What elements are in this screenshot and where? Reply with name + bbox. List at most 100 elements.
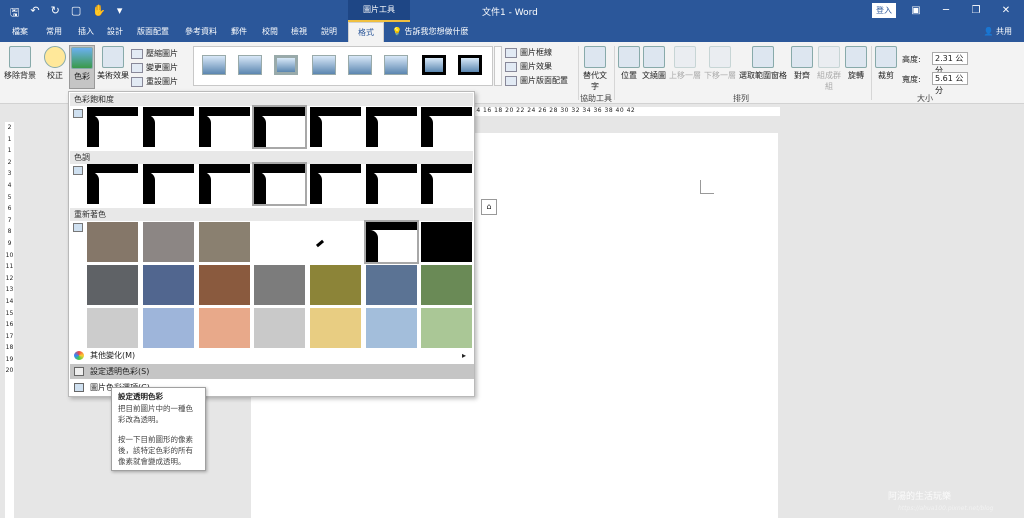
customize-toolbar-icon[interactable]: ▾ bbox=[117, 4, 123, 23]
tab-design[interactable]: 設計 bbox=[107, 26, 123, 37]
width-input[interactable]: 5.61 公分 bbox=[932, 72, 968, 95]
bring-forward-button[interactable]: 上移一層 bbox=[669, 46, 701, 81]
saturation-option-7[interactable] bbox=[421, 107, 472, 147]
tell-me-search[interactable]: 💡 告訴我您想做什麼 bbox=[392, 26, 469, 37]
recolor-option-3[interactable] bbox=[199, 222, 250, 262]
artistic-effects-button[interactable]: 美術效果 bbox=[96, 46, 130, 81]
artistic-effects-icon bbox=[102, 46, 124, 68]
recolor-option-6[interactable] bbox=[364, 220, 419, 264]
tab-mailings[interactable]: 郵件 bbox=[231, 26, 247, 37]
tone-option-1[interactable] bbox=[87, 164, 138, 204]
tab-view[interactable]: 檢視 bbox=[291, 26, 307, 37]
recolor-option-10[interactable] bbox=[199, 265, 250, 305]
picture-style-2[interactable] bbox=[238, 55, 262, 75]
redo-icon[interactable]: ↻ bbox=[51, 4, 60, 23]
picture-style-3[interactable] bbox=[274, 55, 298, 75]
picture-style-8[interactable] bbox=[458, 55, 482, 75]
share-button[interactable]: 👤 共用 bbox=[983, 26, 1012, 37]
gallery-scrollbar[interactable] bbox=[494, 46, 502, 86]
tab-references[interactable]: 參考資料 bbox=[185, 26, 217, 37]
height-input[interactable]: 2.31 公分 bbox=[932, 52, 968, 75]
vertical-ruler[interactable]: 2 1 1 2 3 4 5 6 7 8 9 10 11 12 13 14 15 … bbox=[5, 122, 14, 518]
picture-effects-button[interactable]: 圖片效果 bbox=[505, 61, 552, 72]
wrap-text-button[interactable]: 文繞圖 bbox=[641, 46, 667, 81]
tone-option-7[interactable] bbox=[421, 164, 472, 204]
picture-style-6[interactable] bbox=[384, 55, 408, 75]
picture-style-1[interactable] bbox=[202, 55, 226, 75]
recolor-icon bbox=[73, 223, 83, 232]
recolor-option-5[interactable] bbox=[310, 222, 361, 262]
layout-options-button[interactable]: ⌂ bbox=[481, 199, 497, 215]
minimize-button[interactable]: ─ bbox=[936, 3, 956, 19]
tone-option-2[interactable] bbox=[143, 164, 194, 204]
close-button[interactable]: ✕ bbox=[996, 3, 1016, 19]
color-button[interactable]: 色彩 bbox=[69, 45, 95, 89]
login-button[interactable]: 登入 bbox=[872, 3, 896, 18]
more-variations-item[interactable]: 其他變化(M) ▸ bbox=[70, 348, 474, 363]
alt-text-button[interactable]: 替代文字 bbox=[583, 46, 607, 92]
undo-icon[interactable]: ↶ bbox=[30, 4, 39, 23]
recolor-option-13[interactable] bbox=[366, 265, 417, 305]
recolor-option-20[interactable] bbox=[366, 308, 417, 348]
touch-mode-icon[interactable]: ✋ bbox=[92, 4, 106, 23]
tone-option-4[interactable] bbox=[252, 162, 307, 206]
corrections-button[interactable]: 校正 bbox=[42, 46, 68, 81]
saturation-option-6[interactable] bbox=[366, 107, 417, 147]
reset-picture-button[interactable]: 重設圖片 bbox=[131, 76, 178, 87]
tab-review[interactable]: 校閱 bbox=[262, 26, 278, 37]
selection-pane-button[interactable]: 選取範圍窗格 bbox=[738, 46, 788, 81]
set-transparent-color-item[interactable]: 設定透明色彩(S) bbox=[70, 364, 474, 379]
recolor-option-17[interactable] bbox=[199, 308, 250, 348]
picture-style-7[interactable] bbox=[422, 55, 446, 75]
save-icon[interactable]: 🖫 bbox=[10, 4, 19, 23]
recolor-option-14[interactable] bbox=[421, 265, 472, 305]
crop-label: 裁剪 bbox=[878, 71, 894, 80]
tab-layout[interactable]: 版面配置 bbox=[137, 26, 169, 37]
recolor-option-15[interactable] bbox=[87, 308, 138, 348]
quick-access-toolbar: 🖫 ↶ ↻ ▢ ✋ ▾ bbox=[10, 4, 122, 23]
align-button[interactable]: 對齊 bbox=[791, 46, 813, 81]
saturation-option-1[interactable] bbox=[87, 107, 138, 147]
recolor-option-4[interactable] bbox=[254, 222, 305, 262]
picture-style-4[interactable] bbox=[312, 55, 336, 75]
position-button[interactable]: 位置 bbox=[618, 46, 640, 81]
recolor-option-1[interactable] bbox=[87, 222, 138, 262]
recolor-option-8[interactable] bbox=[87, 265, 138, 305]
recolor-option-18[interactable] bbox=[254, 308, 305, 348]
saturation-option-3[interactable] bbox=[199, 107, 250, 147]
change-picture-button[interactable]: 變更圖片 bbox=[131, 62, 178, 73]
remove-background-button[interactable]: 移除背景 bbox=[3, 46, 37, 81]
tab-home[interactable]: 常用 bbox=[46, 26, 62, 37]
restore-button[interactable]: ❐ bbox=[966, 3, 986, 19]
tone-option-6[interactable] bbox=[366, 164, 417, 204]
recolor-option-9[interactable] bbox=[143, 265, 194, 305]
compress-pictures-button[interactable]: 壓縮圖片 bbox=[131, 48, 178, 59]
tab-insert[interactable]: 插入 bbox=[78, 26, 94, 37]
recolor-option-12[interactable] bbox=[310, 265, 361, 305]
recolor-option-7[interactable] bbox=[421, 222, 472, 262]
saturation-option-4[interactable] bbox=[252, 105, 307, 149]
recolor-option-21[interactable] bbox=[421, 308, 472, 348]
tone-option-5[interactable] bbox=[310, 164, 361, 204]
saturation-option-2[interactable] bbox=[143, 107, 194, 147]
saturation-option-5[interactable] bbox=[310, 107, 361, 147]
recolor-option-19[interactable] bbox=[310, 308, 361, 348]
tab-help[interactable]: 說明 bbox=[321, 26, 337, 37]
artistic-effects-label: 美術效果 bbox=[97, 71, 129, 80]
tab-format[interactable]: 格式 bbox=[348, 22, 384, 42]
tab-file[interactable]: 檔案 bbox=[12, 26, 28, 37]
new-document-icon[interactable]: ▢ bbox=[71, 4, 81, 23]
horizontal-ruler[interactable]: 14 16 18 20 22 24 26 28 30 32 34 36 38 4… bbox=[472, 107, 780, 116]
group-button[interactable]: 組成群組 bbox=[814, 46, 844, 92]
tone-option-3[interactable] bbox=[199, 164, 250, 204]
send-backward-button[interactable]: 下移一層 bbox=[704, 46, 736, 81]
rotate-button[interactable]: 旋轉 bbox=[845, 46, 867, 81]
recolor-option-2[interactable] bbox=[143, 222, 194, 262]
picture-style-5[interactable] bbox=[348, 55, 372, 75]
picture-border-button[interactable]: 圖片框線 bbox=[505, 47, 552, 58]
recolor-option-11[interactable] bbox=[254, 265, 305, 305]
picture-layout-button[interactable]: 圖片版面配置 bbox=[505, 75, 568, 86]
crop-button[interactable]: 裁剪 bbox=[875, 46, 897, 81]
recolor-option-16[interactable] bbox=[143, 308, 194, 348]
ribbon-display-options-button[interactable]: ▣ bbox=[906, 3, 926, 19]
